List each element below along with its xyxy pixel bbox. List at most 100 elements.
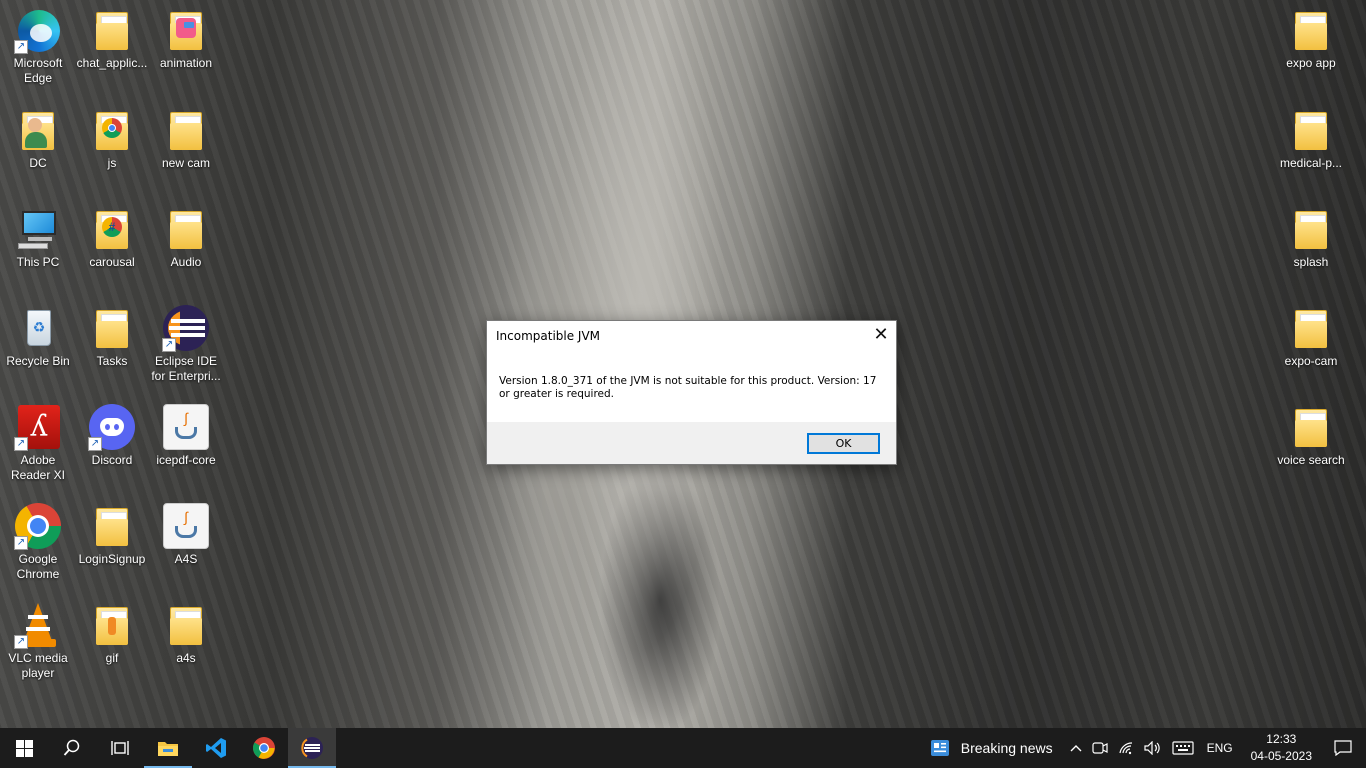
windows-icon (15, 739, 33, 757)
desktop-icon-js[interactable]: js (74, 106, 150, 202)
desktop-icon-tasks[interactable]: Tasks (74, 304, 150, 400)
desktop-icon-audio[interactable]: Audio (148, 205, 224, 301)
desktop-icon-label: Recycle Bin (6, 354, 70, 368)
desktop-icon-animation[interactable]: animation (148, 6, 224, 102)
desktop-icon-label: js (107, 156, 117, 170)
folder-icon (1287, 205, 1335, 253)
desktop-icon-gif[interactable]: gif (74, 601, 150, 697)
java-icon: ∫ (162, 403, 210, 451)
desktop-icon-label: LoginSignup (78, 552, 146, 566)
edge-icon: ↗ (14, 6, 62, 54)
dialog-message: Version 1.8.0_371 of the JVM is not suit… (499, 375, 877, 400)
folder-icon (1287, 6, 1335, 54)
desktop-icon-label: Tasks (96, 354, 128, 368)
search-icon (63, 739, 80, 756)
desktop-icon-adobe-reader[interactable]: ʎ ↗ Adobe Reader XI (0, 403, 76, 499)
desktop-icon-label: Microsoft Edge (13, 56, 63, 85)
desktop-icon-new-cam[interactable]: new cam (148, 106, 224, 202)
folder-icon (162, 601, 210, 649)
shortcut-arrow-icon: ↗ (14, 536, 28, 550)
discord-icon: ↗ (88, 403, 136, 451)
desktop-icon-label: A4S (174, 552, 198, 566)
desktop-icon-icepdf-core[interactable]: ∫ icepdf-core (148, 403, 224, 499)
desktop-icon-label: carousal (89, 255, 135, 269)
desktop-icon-voice-search[interactable]: voice search (1273, 403, 1349, 499)
taskbar-chrome[interactable] (240, 728, 288, 768)
shortcut-arrow-icon: ↗ (14, 437, 28, 451)
clock[interactable]: 12:33 04-05-2023 (1241, 728, 1322, 768)
desktop-icon-label: chat_applic... (76, 56, 148, 70)
folder-icon (1287, 106, 1335, 154)
desktop-icon-label: Adobe Reader XI (10, 453, 66, 482)
network-button[interactable] (1113, 728, 1139, 768)
folder-icon (88, 6, 136, 54)
taskbar-eclipse[interactable] (288, 728, 336, 768)
folder-icon: # (88, 205, 136, 253)
desktop-icon-vlc[interactable]: ↗ VLC media player (0, 601, 76, 697)
wifi-icon (1119, 742, 1132, 755)
desktop-icon-label: splash (1293, 255, 1329, 269)
recycle-bin-icon: ♻ (14, 304, 62, 352)
desktop-icon-label: voice search (1277, 453, 1345, 467)
dialog-title: Incompatible JVM (496, 329, 601, 343)
search-button[interactable] (48, 728, 96, 768)
desktop-icon-dc[interactable]: DC (0, 106, 76, 202)
desktop-icon-expo-cam[interactable]: expo-cam (1273, 304, 1349, 400)
folder-icon (162, 6, 210, 54)
volume-button[interactable] (1139, 728, 1167, 768)
ok-button[interactable]: OK (807, 433, 880, 454)
user-folder-icon (14, 106, 62, 154)
eclipse-icon (301, 737, 323, 759)
taskbar: Breaking news ENG 12:33 04-05-2023 (0, 728, 1366, 768)
news-widget[interactable]: Breaking news (923, 728, 1065, 768)
notification-icon (1334, 740, 1352, 756)
dialog-close-button[interactable]: ✕ (866, 321, 896, 349)
touch-keyboard-button[interactable] (1167, 728, 1199, 768)
shortcut-arrow-icon: ↗ (14, 635, 28, 649)
desktop-icon-discord[interactable]: ↗ Discord (74, 403, 150, 499)
desktop-icon-chat-application[interactable]: chat_applic... (74, 6, 150, 102)
taskbar-vscode[interactable] (192, 728, 240, 768)
file-explorer-icon (158, 742, 178, 756)
desktop-icon-label: Audio (170, 255, 202, 269)
desktop-icon-label: animation (159, 56, 213, 70)
notification-center-button[interactable] (1322, 728, 1366, 768)
desktop-icon-a4s-java[interactable]: ∫ A4S (148, 502, 224, 598)
clock-date: 04-05-2023 (1250, 749, 1312, 763)
folder-icon (162, 205, 210, 253)
news-icon (930, 740, 949, 756)
task-view-button[interactable] (96, 728, 144, 768)
folder-icon (162, 106, 210, 154)
input-language-button[interactable]: ENG (1199, 728, 1241, 768)
desktop-icon-expo-app[interactable]: expo app (1273, 6, 1349, 102)
folder-icon (88, 304, 136, 352)
meet-now-button[interactable] (1087, 728, 1113, 768)
shortcut-arrow-icon: ↗ (162, 338, 176, 352)
chrome-icon: ↗ (14, 502, 62, 550)
desktop-icon-a4s-folder[interactable]: a4s (148, 601, 224, 697)
desktop-icon-splash[interactable]: splash (1273, 205, 1349, 301)
desktop-icon-loginsignup[interactable]: LoginSignup (74, 502, 150, 598)
desktop-icon-label: expo-cam (1284, 354, 1338, 368)
shortcut-arrow-icon: ↗ (88, 437, 102, 451)
start-button[interactable] (0, 728, 48, 768)
taskbar-file-explorer[interactable] (144, 728, 192, 768)
desktop-icon-label: medical-p... (1279, 156, 1343, 170)
desktop-icon-edge[interactable]: ↗ Microsoft Edge (0, 6, 76, 102)
desktop-icon-recycle-bin[interactable]: ♻ Recycle Bin (0, 304, 76, 400)
eclipse-icon: ↗ (162, 304, 210, 352)
desktop-icon-chrome[interactable]: ↗ Google Chrome (0, 502, 76, 598)
desktop-icon-label: icepdf-core (156, 453, 216, 467)
speaker-icon (1143, 741, 1160, 755)
shortcut-arrow-icon: ↗ (14, 40, 28, 54)
camera-icon (1091, 742, 1108, 754)
desktop-icon-label: new cam (161, 156, 211, 170)
clock-time: 12:33 (1266, 732, 1297, 746)
desktop-icon-medical-p[interactable]: medical-p... (1273, 106, 1349, 202)
show-hidden-icons-button[interactable] (1065, 728, 1087, 768)
folder-icon (88, 106, 136, 154)
desktop-icon-eclipse[interactable]: ↗ Eclipse IDE for Enterpri... (148, 304, 224, 400)
desktop-icon-carousal[interactable]: # carousal (74, 205, 150, 301)
incompatible-jvm-dialog: Incompatible JVM ✕ Version 1.8.0_371 of … (486, 320, 897, 465)
desktop-icon-this-pc[interactable]: This PC (0, 205, 76, 301)
